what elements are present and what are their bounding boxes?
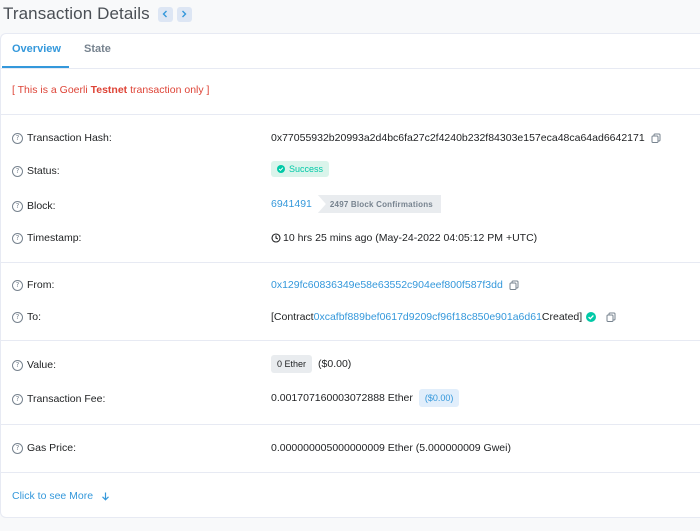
- check-circle-icon: [586, 312, 597, 322]
- from-value: 0x129fc60836349e58e63552c904eef800f587f3…: [271, 279, 519, 291]
- copy-icon[interactable]: [606, 312, 616, 322]
- prev-transaction-button[interactable]: [157, 6, 173, 22]
- status-label: ? Status:: [12, 165, 60, 177]
- chevron-right-icon: [182, 10, 187, 18]
- divider: [1, 262, 700, 263]
- fee-usd-badge: ($0.00): [418, 389, 460, 407]
- contract-address-link[interactable]: 0xcafbf889bef0617d9209cf96f18c850e901a6d…: [314, 311, 542, 323]
- divider: [1, 114, 700, 115]
- tab-bar: Overview State: [1, 34, 700, 69]
- active-tab-indicator: [2, 66, 69, 68]
- to-value: [Contract 0xcafbf889bef0617d9209cf96f18c…: [271, 311, 616, 323]
- block-number-link[interactable]: 6941491: [271, 198, 312, 210]
- tab-overview[interactable]: Overview: [12, 43, 61, 55]
- next-transaction-button[interactable]: [176, 6, 192, 22]
- see-more-link[interactable]: Click to see More: [12, 490, 110, 502]
- transaction-card: Overview State [ This is a Goerli Testne…: [0, 33, 700, 518]
- arrow-down-icon: [102, 492, 110, 501]
- page-header: Transaction Details: [3, 4, 192, 24]
- help-icon[interactable]: ?: [12, 200, 23, 212]
- value-label: ? Value:: [12, 359, 56, 371]
- divider: [1, 340, 700, 341]
- divider: [1, 424, 700, 425]
- from-address-link[interactable]: 0x129fc60836349e58e63552c904eef800f587f3…: [271, 279, 503, 291]
- help-icon[interactable]: ?: [12, 359, 23, 371]
- from-label: ? From:: [12, 279, 54, 291]
- hash-value: 0x77055932b20993a2d4bc6fa27c2f4240b232f8…: [271, 132, 661, 144]
- clock-icon: [271, 233, 281, 243]
- value-value: 0 Ether ($0.00): [271, 355, 351, 373]
- status-value: Success: [271, 161, 330, 177]
- block-confirmations-badge: 2497 Block Confirmations: [317, 195, 441, 213]
- ether-amount-badge: 0 Ether: [271, 355, 313, 373]
- help-icon[interactable]: ?: [12, 393, 23, 405]
- testnet-notice: [ This is a Goerli Testnet transaction o…: [12, 84, 210, 96]
- help-icon[interactable]: ?: [12, 442, 23, 454]
- block-label: ? Block:: [12, 200, 56, 212]
- gas-price-label: ? Gas Price:: [12, 442, 76, 454]
- check-circle-icon: [277, 165, 285, 173]
- block-value: 6941491 2497 Block Confirmations: [271, 195, 441, 213]
- fee-value: 0.001707160003072888 Ether ($0.00): [271, 389, 460, 407]
- transaction-hash: 0x77055932b20993a2d4bc6fa27c2f4240b232f8…: [271, 132, 645, 144]
- timestamp-label: ? Timestamp:: [12, 232, 81, 244]
- help-icon[interactable]: ?: [12, 165, 23, 177]
- timestamp-value: 10 hrs 25 mins ago (May-24-2022 04:05:12…: [271, 232, 537, 244]
- status-badge: Success: [271, 161, 330, 177]
- help-icon[interactable]: ?: [12, 311, 23, 323]
- help-icon[interactable]: ?: [12, 232, 23, 244]
- divider: [1, 472, 700, 473]
- tab-state[interactable]: State: [84, 43, 111, 55]
- copy-icon[interactable]: [651, 133, 661, 143]
- value-usd: ($0.00): [318, 358, 352, 370]
- copy-icon[interactable]: [509, 280, 519, 290]
- help-icon[interactable]: ?: [12, 279, 23, 291]
- chevron-left-icon: [162, 10, 168, 18]
- hash-label: ? Transaction Hash:: [12, 132, 112, 144]
- gas-price-value: 0.000000005000000009 Ether (5.000000009 …: [271, 442, 511, 454]
- fee-label: ? Transaction Fee:: [12, 393, 105, 405]
- help-icon[interactable]: ?: [12, 132, 23, 144]
- page-title: Transaction Details: [3, 4, 150, 23]
- to-label: ? To:: [12, 311, 41, 323]
